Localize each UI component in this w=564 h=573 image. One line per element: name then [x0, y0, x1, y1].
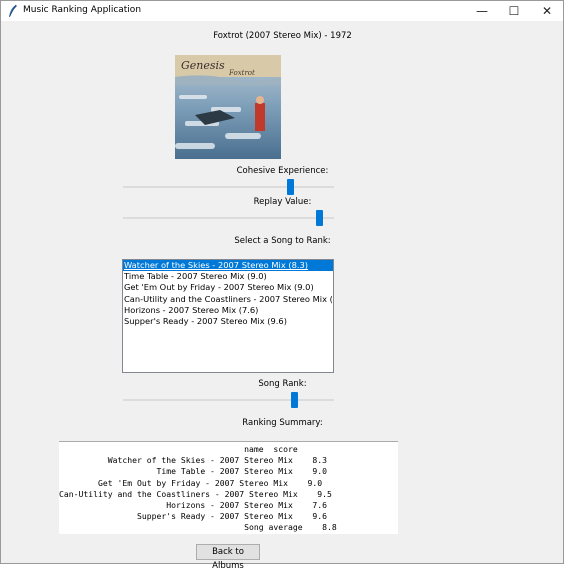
song-list-item[interactable]: Time Table - 2007 Stereo Mix (9.0) — [123, 271, 333, 282]
album-cover-image: Genesis Foxtrot — [175, 55, 281, 159]
close-button[interactable]: ✕ — [531, 1, 563, 21]
cohesive-slider[interactable] — [123, 179, 334, 195]
song-list-item[interactable]: Watcher of the Skies - 2007 Stereo Mix (… — [123, 260, 333, 272]
slider-track — [123, 399, 334, 401]
cover-title-text: Foxtrot — [228, 69, 255, 77]
summary-row: Supper's Ready - 2007 Stereo Mix 9.6 — [59, 511, 328, 522]
summary-row: Song average 8.8 — [59, 522, 337, 533]
title-bar[interactable]: Music Ranking Application — ☐ ✕ — [1, 1, 563, 21]
song-list-item[interactable]: Can-Utility and the Coastliners - 2007 S… — [123, 294, 333, 305]
slider-thumb[interactable] — [316, 210, 324, 226]
song-rank-label: Song Rank: — [258, 379, 307, 389]
summary-row: Get 'Em Out by Friday - 2007 Stereo Mix … — [59, 477, 323, 488]
app-window: Music Ranking Application — ☐ ✕ Foxtrot … — [0, 0, 564, 571]
slider-track — [123, 217, 334, 219]
song-rank-slider[interactable] — [123, 392, 334, 408]
main-content: Foxtrot (2007 Stereo Mix) - 1972 Genesis… — [2, 22, 563, 571]
back-to-albums-button[interactable]: Back to Albums — [196, 544, 260, 571]
minimize-button[interactable]: — — [466, 1, 498, 21]
summary-row: name score — [59, 444, 298, 454]
feather-icon — [9, 4, 17, 17]
song-list-label: Select a Song to Rank: — [234, 236, 331, 246]
song-list-item[interactable]: Horizons - 2007 Stereo Mix (7.6) — [123, 305, 333, 316]
slider-thumb[interactable] — [286, 179, 294, 195]
cohesive-label: Cohesive Experience: — [236, 166, 329, 176]
summary-row: Horizons - 2007 Stereo Mix 7.6 — [59, 500, 328, 511]
summary-row: Watcher of the Skies - 2007 Stereo Mix 8… — [59, 455, 328, 466]
song-listbox[interactable]: Watcher of the Skies - 2007 Stereo Mix (… — [122, 259, 334, 373]
song-list-item[interactable]: Supper's Ready - 2007 Stereo Mix (9.6) — [123, 316, 333, 327]
slider-thumb[interactable] — [290, 392, 298, 408]
window-title: Music Ranking Application — [23, 5, 142, 15]
maximize-button[interactable]: ☐ — [498, 1, 530, 21]
cover-logo-text: Genesis — [181, 59, 225, 72]
summary-row: Time Table - 2007 Stereo Mix 9.0 — [59, 466, 328, 477]
song-list-item[interactable]: Get 'Em Out by Friday - 2007 Stereo Mix … — [123, 282, 333, 293]
album-heading: Foxtrot (2007 Stereo Mix) - 1972 — [213, 31, 352, 41]
replay-slider[interactable] — [123, 210, 334, 226]
summary-label: Ranking Summary: — [242, 418, 323, 428]
summary-row: Can-Utility and the Coastliners - 2007 S… — [59, 488, 332, 499]
slider-track — [123, 186, 334, 188]
ranking-summary-text[interactable]: name score Watcher of the Skies - 2007 S… — [59, 441, 398, 534]
replay-label: Replay Value: — [253, 197, 312, 207]
